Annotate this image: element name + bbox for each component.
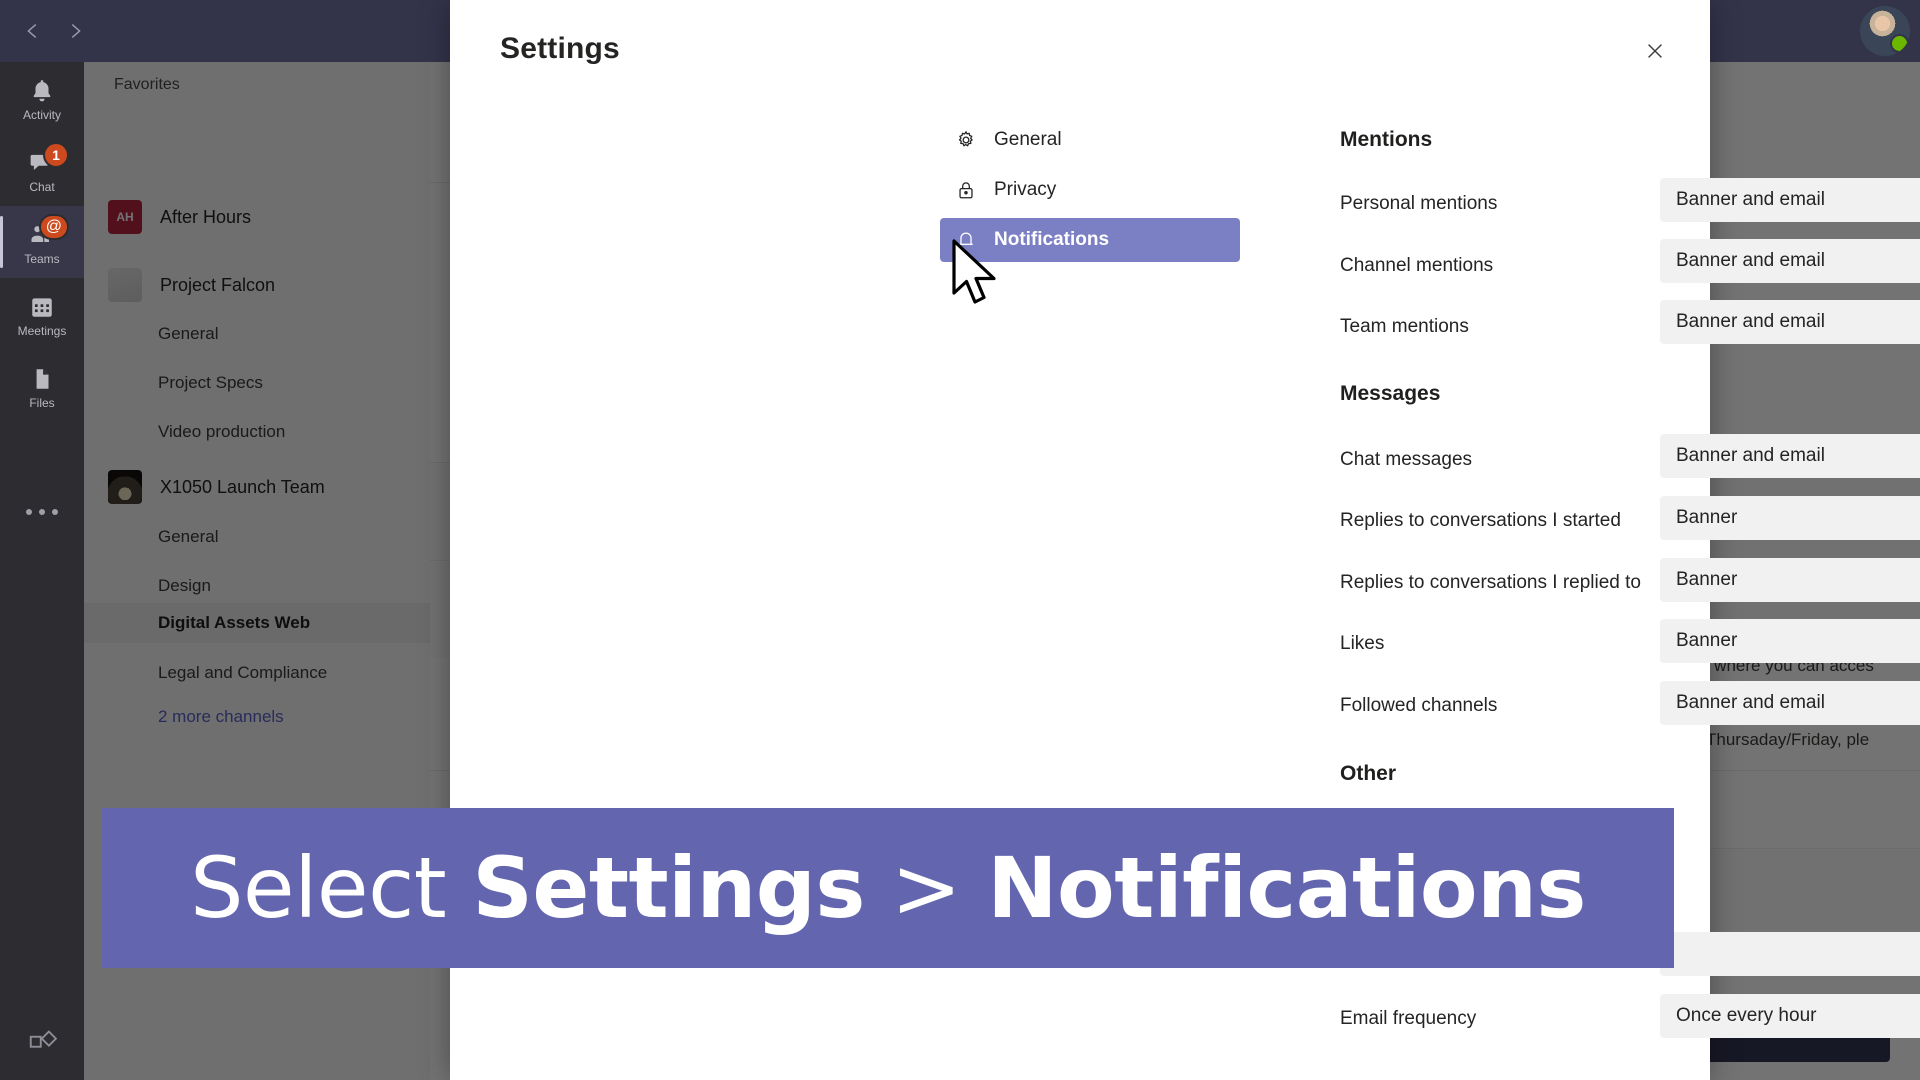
dropdown-likes[interactable]: Banner — [1660, 619, 1920, 663]
forward-button[interactable] — [58, 14, 92, 48]
apps-icon[interactable] — [0, 996, 84, 1080]
teams-mention-badge: @ — [38, 213, 69, 240]
dropdown-replies-started[interactable]: Banner — [1660, 496, 1920, 540]
chat-icon: 1 — [27, 141, 69, 178]
row-label: Personal mentions — [1340, 193, 1498, 214]
tab-notifications[interactable]: Notifications — [940, 218, 1240, 262]
dropdown-value: Banner — [1676, 630, 1738, 651]
row-label: Channel mentions — [1340, 255, 1494, 276]
banner-separator: > — [864, 839, 988, 937]
teams-icon: @ — [27, 213, 69, 250]
calendar-icon — [27, 292, 57, 322]
dropdown-value: Banner and email — [1676, 445, 1825, 466]
dropdown-chat-messages[interactable]: Banner and email — [1660, 434, 1920, 478]
instruction-banner: Select Settings > Notifications — [102, 808, 1674, 968]
dropdown-value: Banner and email — [1676, 250, 1825, 271]
dropdown-value: Banner — [1676, 507, 1738, 528]
app-rail: Activity 1 Chat @ Teams Meetings Files — [0, 62, 84, 1080]
sidebar-item-label: Files — [29, 395, 55, 410]
tab-privacy[interactable]: Privacy — [940, 168, 1240, 212]
sidebar-item-teams[interactable]: @ Teams — [0, 206, 84, 278]
dropdown-value: Once every hour — [1676, 1005, 1817, 1026]
banner-word-settings: Settings — [472, 839, 865, 937]
chat-unread-badge: 1 — [43, 141, 69, 168]
screen-root: Activity 1 Chat @ Teams Meetings Files S… — [0, 0, 1920, 1080]
dropdown-value: Banner and email — [1676, 692, 1825, 713]
instruction-banner-text: Select Settings > Notifications — [190, 839, 1586, 937]
sidebar-item-activity[interactable]: Activity — [0, 62, 84, 134]
sidebar-item-label: Chat — [29, 179, 55, 194]
banner-word-notifications: Notifications — [987, 839, 1586, 937]
section-title-other: Other — [1340, 762, 1397, 785]
row-label: Replies to conversations I replied to — [1340, 572, 1641, 593]
row-label: Email frequency — [1340, 1008, 1477, 1029]
sidebar-item-meetings[interactable]: Meetings — [0, 278, 84, 350]
sidebar-item-label: Meetings — [17, 323, 67, 338]
dropdown-team-mentions[interactable]: Banner and email — [1660, 300, 1920, 344]
sidebar-item-label: Activity — [22, 107, 61, 122]
dropdown-email-frequency[interactable]: Once every hour — [1660, 994, 1920, 1038]
row-label: Replies to conversations I started — [1340, 510, 1621, 531]
sidebar-item-files[interactable]: Files — [0, 350, 84, 422]
file-icon — [27, 364, 57, 394]
more-options-icon[interactable] — [0, 482, 84, 542]
tab-general[interactable]: General — [940, 118, 1240, 162]
tab-label: Privacy — [994, 179, 1057, 200]
row-label: Likes — [1340, 633, 1385, 654]
settings-nav: General Privacy Notifications — [940, 118, 1240, 262]
sidebar-item-label: Teams — [24, 251, 60, 266]
row-label: Chat messages — [1340, 449, 1473, 470]
dropdown-value: Banner — [1676, 569, 1738, 590]
dropdown-followed-channels[interactable]: Banner and email — [1660, 681, 1920, 725]
sidebar-item-chat[interactable]: 1 Chat — [0, 134, 84, 206]
gear-icon — [954, 128, 978, 152]
page-title: Settings — [500, 32, 620, 65]
back-button[interactable] — [16, 14, 50, 48]
dropdown-channel-mentions[interactable]: Banner and email — [1660, 239, 1920, 283]
tab-label: Notifications — [994, 229, 1110, 250]
dropdown-value: Banner and email — [1676, 189, 1825, 210]
dropdown-value: Banner and email — [1676, 311, 1825, 332]
dropdown-sound[interactable] — [1660, 932, 1920, 976]
bell-icon — [954, 228, 978, 252]
lock-icon — [954, 178, 978, 202]
bell-icon — [27, 76, 57, 106]
section-title-mentions: Mentions — [1340, 128, 1433, 151]
banner-prefix: Select — [190, 839, 473, 937]
dropdown-personal-mentions[interactable]: Banner and email — [1660, 178, 1920, 222]
section-title-messages: Messages — [1340, 382, 1441, 405]
dropdown-replies-replied[interactable]: Banner — [1660, 558, 1920, 602]
row-label: Followed channels — [1340, 695, 1498, 716]
row-label: Team mentions — [1340, 316, 1469, 337]
tab-label: General — [994, 129, 1062, 150]
